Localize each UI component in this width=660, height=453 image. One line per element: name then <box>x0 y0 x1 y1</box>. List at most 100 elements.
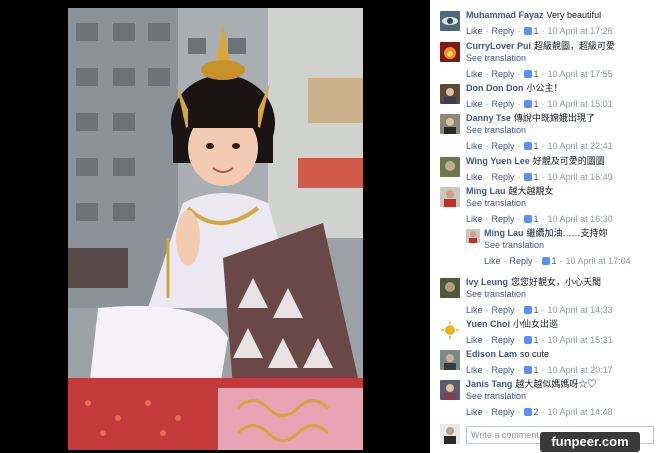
timestamp[interactable]: 10 April at 17:04 <box>566 256 631 266</box>
like-link[interactable]: Like <box>466 365 483 375</box>
thumbs-up-icon <box>541 257 550 265</box>
like-link[interactable]: Like <box>466 407 483 417</box>
commenter-name[interactable]: Edison Lam <box>466 349 517 359</box>
commenter-name[interactable]: Don Don Don <box>466 83 524 93</box>
timestamp[interactable]: 10 April at 17:55 <box>548 69 613 79</box>
thumbs-up-icon <box>523 27 532 35</box>
comments-panel: Muhammad Fayaz Very beautiful Like · Reply ·… <box>430 0 660 453</box>
like-count[interactable]: 1 <box>534 99 539 109</box>
photo-viewer <box>0 0 430 453</box>
thumbs-up-icon <box>523 173 532 181</box>
see-translation-link[interactable]: See translation <box>466 124 660 136</box>
commenter-name[interactable]: Ming Lau <box>466 186 506 196</box>
user-avatar <box>440 424 460 444</box>
timestamp[interactable]: 10 April at 17:26 <box>548 26 613 36</box>
reply-link[interactable]: Reply <box>492 141 515 151</box>
comment-text: 您您好靚女，小心天間 <box>511 277 602 287</box>
like-count[interactable]: 1 <box>534 26 539 36</box>
see-translation-link[interactable]: See translation <box>466 390 660 402</box>
commenter-name[interactable]: Yuen Choi <box>466 319 510 329</box>
comment-text: 小公主！ <box>526 83 563 93</box>
reply-link[interactable]: Reply <box>492 335 515 345</box>
like-count[interactable]: 1 <box>534 141 539 151</box>
comment-text: 小仙女出巡 <box>513 319 559 329</box>
fire-avatar[interactable] <box>440 42 460 62</box>
see-translation-link[interactable]: See translation <box>484 239 660 251</box>
thumbs-up-icon <box>523 408 532 416</box>
like-link[interactable]: Like <box>466 69 483 79</box>
comment-text: 越大越似媽媽呀☆♡ <box>515 379 597 389</box>
see-translation-link[interactable]: See translation <box>466 52 660 64</box>
timestamp[interactable]: 10 April at 15:31 <box>548 335 613 345</box>
thumbs-up-icon <box>523 215 532 223</box>
like-count[interactable]: 1 <box>534 335 539 345</box>
comment-text: so cute <box>520 349 550 359</box>
see-translation-link[interactable]: See translation <box>466 197 660 209</box>
commenter-name[interactable]: CurryLover Pui <box>466 41 531 51</box>
thumbs-up-icon <box>523 306 532 314</box>
commenter-name[interactable]: Ivy Leung <box>466 277 508 287</box>
photo-avatar[interactable] <box>440 278 460 298</box>
like-count[interactable]: 1 <box>534 365 539 375</box>
like-link[interactable]: Like <box>466 214 483 224</box>
person-avatar[interactable] <box>440 187 460 207</box>
like-link[interactable]: Like <box>484 256 501 266</box>
thumbs-up-icon <box>523 366 532 374</box>
sun-avatar[interactable] <box>440 320 460 340</box>
like-count[interactable]: 1 <box>534 69 539 79</box>
reply-link[interactable]: Reply <box>492 26 515 36</box>
reply-link[interactable]: Reply <box>492 305 515 315</box>
commenter-name[interactable]: Muhammad Fayaz <box>466 10 544 20</box>
main-photo[interactable] <box>68 8 363 450</box>
like-count[interactable]: 1 <box>552 256 557 266</box>
thumbs-up-icon <box>523 70 532 78</box>
comment-text: 好靚及可愛的圖圖 <box>532 156 605 166</box>
thumbs-up-icon <box>523 336 532 344</box>
like-count[interactable]: 1 <box>534 214 539 224</box>
photo-avatar[interactable] <box>440 84 460 104</box>
timestamp[interactable]: 10 April at 22:41 <box>548 141 613 151</box>
like-link[interactable]: Like <box>466 305 483 315</box>
photo-avatar[interactable] <box>440 380 460 400</box>
like-count[interactable]: 1 <box>534 172 539 182</box>
timestamp[interactable]: 10 April at 20:17 <box>548 365 613 375</box>
timestamp[interactable]: 10 April at 14:48 <box>548 407 613 417</box>
like-link[interactable]: Like <box>466 99 483 109</box>
like-link[interactable]: Like <box>466 26 483 36</box>
timestamp[interactable]: 10 April at 16:30 <box>548 214 613 224</box>
like-count[interactable]: 2 <box>534 407 539 417</box>
reply-link[interactable]: Reply <box>510 256 533 266</box>
reply-link[interactable]: Reply <box>492 407 515 417</box>
site-watermark: funpeer.com <box>540 432 640 452</box>
timestamp[interactable]: 10 April at 15:01 <box>548 99 613 109</box>
comment-text: 越大越靚女 <box>508 186 554 196</box>
reply-link[interactable]: Reply <box>492 69 515 79</box>
photo-avatar[interactable] <box>440 350 460 370</box>
reply-link[interactable]: Reply <box>492 99 515 109</box>
comment-text: Very beautiful <box>546 10 602 20</box>
reply-link[interactable]: Reply <box>492 214 515 224</box>
commenter-name[interactable]: Danny Tse <box>466 113 511 123</box>
commenter-name[interactable]: Ming Lau <box>484 228 524 238</box>
photo-avatar[interactable] <box>440 114 460 134</box>
thumbs-up-icon <box>523 100 532 108</box>
like-count[interactable]: 1 <box>534 305 539 315</box>
reply-link[interactable]: Reply <box>492 172 515 182</box>
comment-text: 傳說中既嫦娥出現了 <box>513 113 595 123</box>
reply-link[interactable]: Reply <box>492 365 515 375</box>
thumbs-up-icon <box>523 142 532 150</box>
like-link[interactable]: Like <box>466 141 483 151</box>
like-link[interactable]: Like <box>466 335 483 345</box>
timestamp[interactable]: 10 April at 14:33 <box>548 305 613 315</box>
like-link[interactable]: Like <box>466 172 483 182</box>
person-avatar[interactable] <box>466 229 480 243</box>
eye-avatar[interactable] <box>440 11 460 31</box>
comment-text: 繼續加油……支持妳 <box>526 228 608 238</box>
timestamp[interactable]: 10 April at 16:49 <box>548 172 613 182</box>
commenter-name[interactable]: Janis Tang <box>466 379 512 389</box>
comment-text: 超級靚圖，超級可愛 <box>534 41 616 51</box>
girl-in-thai-costume-photo <box>68 8 363 450</box>
photo-avatar[interactable] <box>440 157 460 177</box>
commenter-name[interactable]: Wing Yuen Lee <box>466 156 530 166</box>
see-translation-link[interactable]: See translation <box>466 288 660 300</box>
